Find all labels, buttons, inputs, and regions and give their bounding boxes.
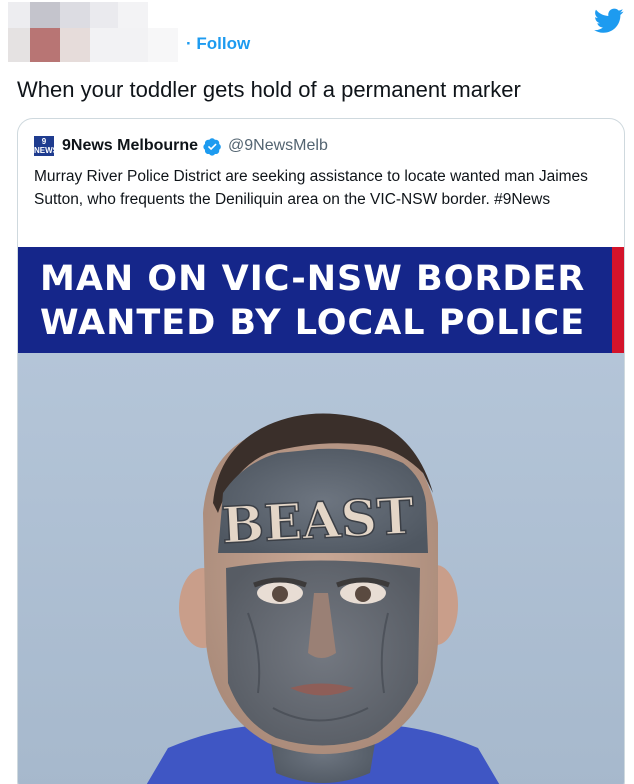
tweet-text: When your toddler gets hold of a permane… bbox=[17, 77, 521, 102]
banner-line-1: MAN ON VIC-NSW BORDER bbox=[40, 259, 586, 299]
quoted-tweet-header: 9 NEWS 9News Melbourne @9NewsMelb bbox=[34, 135, 328, 157]
beast-forehead-text: BEAST bbox=[219, 485, 416, 555]
follow-link[interactable]: · Follow bbox=[186, 34, 250, 54]
quoted-tweet-body: Murray River Police District are seeking… bbox=[34, 168, 588, 208]
news-banner: MAN ON VIC-NSW BORDER WANTED BY LOCAL PO… bbox=[18, 247, 624, 353]
blurred-avatar-block bbox=[8, 2, 178, 62]
mugshot-photo[interactable]: BEAST bbox=[18, 353, 624, 784]
twitter-bird-icon bbox=[594, 8, 624, 33]
9news-logo: 9 NEWS bbox=[34, 136, 58, 156]
quoted-author-handle[interactable]: @9NewsMelb bbox=[228, 137, 328, 155]
quoted-author-name[interactable]: 9News Melbourne bbox=[62, 137, 198, 155]
tweet-header: · Follow bbox=[0, 0, 634, 64]
quoted-tweet-card[interactable]: 9 NEWS 9News Melbourne @9NewsMelb Murray … bbox=[17, 118, 625, 784]
svg-text:BEAST: BEAST bbox=[220, 486, 415, 555]
banner-line-2: WANTED BY LOCAL POLICE bbox=[40, 303, 586, 343]
mugshot-illustration: BEAST bbox=[18, 353, 624, 784]
banner-red-accent bbox=[612, 247, 624, 353]
verified-badge-icon bbox=[203, 137, 221, 156]
